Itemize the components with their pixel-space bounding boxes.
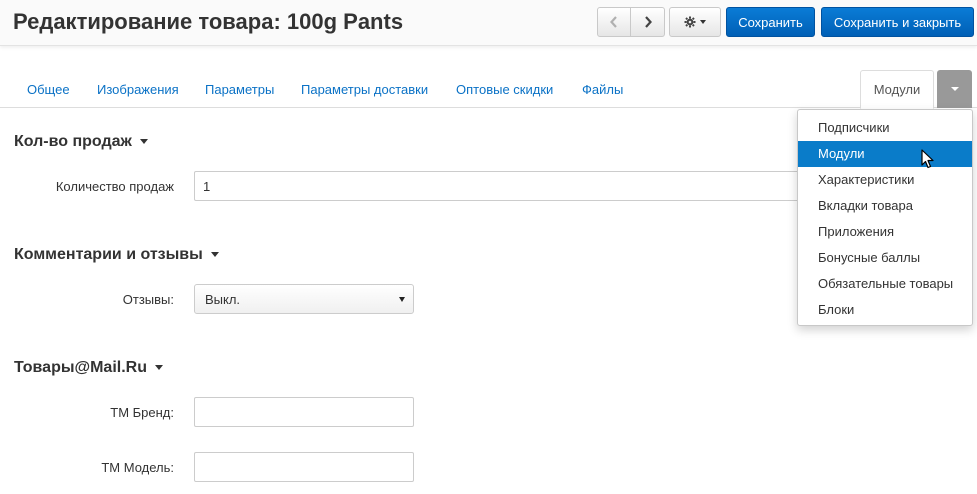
tabs-more-toggle[interactable]: [937, 70, 972, 108]
section-sales-title[interactable]: Кол-во продаж: [14, 133, 148, 151]
settings-button[interactable]: [669, 7, 721, 37]
tab-bar: Общее Изображения Параметры Параметры до…: [0, 70, 977, 109]
chevron-down-icon: [210, 252, 219, 258]
tab-images[interactable]: Изображения: [97, 82, 179, 97]
tab-general[interactable]: Общее: [27, 82, 70, 97]
page-header: Редактирование товара: 100g Pants Сохран…: [0, 0, 977, 46]
section-reviews-title[interactable]: Комментарии и отзывы: [14, 246, 219, 264]
section-reviews-label: Комментарии и отзывы: [14, 246, 203, 263]
section-mailru-title[interactable]: Товары@Mail.Ru: [14, 359, 163, 377]
tab-shipping-parameters[interactable]: Параметры доставки: [301, 82, 428, 97]
menu-item-product-tabs[interactable]: Вкладки товара: [798, 193, 972, 219]
gear-icon: [684, 16, 696, 28]
page-title: Редактирование товара: 100g Pants: [13, 9, 404, 34]
tm-brand-input[interactable]: [194, 397, 414, 427]
tm-model-label: ТМ Модель:: [101, 460, 174, 475]
select-arrow-icon: [399, 297, 405, 302]
sales-count-label: Количество продаж: [55, 179, 174, 194]
menu-item-blocks[interactable]: Блоки: [798, 297, 972, 323]
menu-item-modules[interactable]: Модули: [798, 141, 972, 167]
save-button[interactable]: Сохранить: [726, 7, 815, 37]
prev-next-group: [597, 7, 665, 37]
section-mailru-label: Товары@Mail.Ru: [14, 359, 147, 376]
tm-brand-label: ТМ Бренд:: [110, 405, 174, 420]
menu-item-bonus-points[interactable]: Бонусные баллы: [798, 245, 972, 271]
sales-count-input[interactable]: [194, 171, 834, 201]
tab-wholesale-discounts[interactable]: Оптовые скидки: [456, 82, 553, 97]
reviews-select-value: Выкл.: [205, 291, 241, 307]
tab-files[interactable]: Файлы: [582, 82, 623, 97]
chevron-down-icon: [700, 20, 706, 24]
next-button[interactable]: [631, 7, 665, 37]
tm-model-input[interactable]: [194, 452, 414, 482]
tab-parameters[interactable]: Параметры: [205, 82, 274, 97]
menu-item-subscribers[interactable]: Подписчики: [798, 115, 972, 141]
chevron-down-icon: [155, 365, 163, 371]
chevron-left-icon: [610, 16, 617, 28]
previous-button[interactable]: [597, 7, 631, 37]
chevron-right-icon: [644, 16, 652, 28]
menu-item-required-products[interactable]: Обязательные товары: [798, 271, 972, 297]
reviews-select[interactable]: Выкл.: [194, 284, 414, 314]
reviews-label: Отзывы:: [122, 292, 174, 307]
save-and-close-button[interactable]: Сохранить и закрыть: [821, 7, 974, 37]
mouse-pointer-icon: [921, 149, 934, 169]
menu-item-characteristics[interactable]: Характеристики: [798, 167, 972, 193]
tabs-dropdown-menu: Подписчики Модули Характеристики Вкладки…: [797, 109, 973, 326]
chevron-down-icon: [139, 139, 148, 145]
menu-item-applications[interactable]: Приложения: [798, 219, 972, 245]
chevron-down-icon: [950, 87, 959, 91]
section-sales-label: Кол-во продаж: [14, 133, 132, 150]
tab-modules[interactable]: Модули: [860, 70, 934, 109]
